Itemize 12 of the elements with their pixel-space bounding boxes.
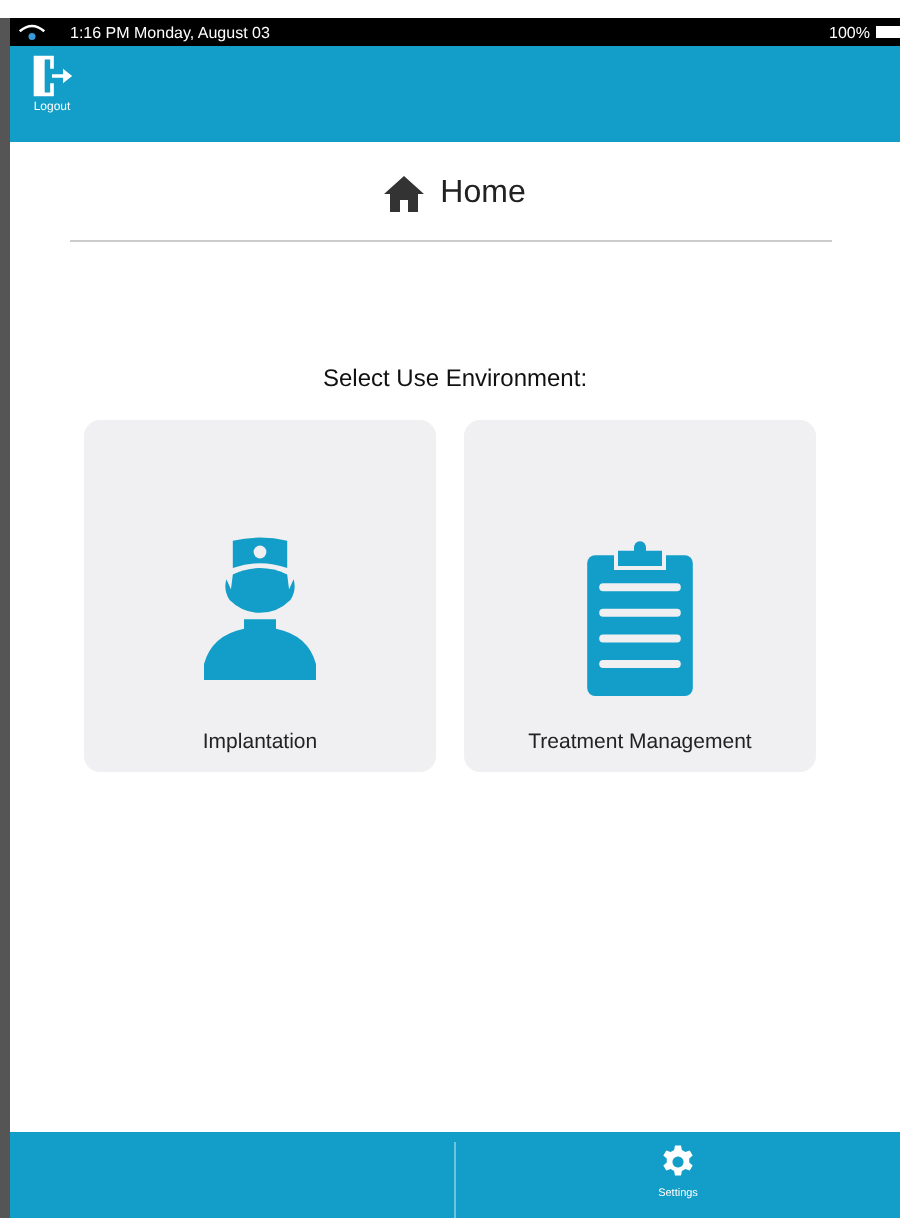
- battery-percent: 100%: [829, 23, 870, 41]
- settings-icon: [660, 1144, 696, 1180]
- logout-icon: [30, 54, 74, 98]
- status-time: 1:16 PM Monday, August 03: [70, 23, 270, 41]
- environment-card[interactable]: Treatment Management: [464, 420, 816, 772]
- clipboard-icon: [584, 535, 696, 695]
- wifi-icon: [18, 23, 46, 41]
- battery-icon: [876, 26, 900, 38]
- page-title: Home: [440, 176, 526, 212]
- environment-card[interactable]: Implantation: [84, 420, 436, 772]
- prompt-text: Select Use Environment:: [322, 364, 588, 392]
- home-icon: [384, 176, 425, 212]
